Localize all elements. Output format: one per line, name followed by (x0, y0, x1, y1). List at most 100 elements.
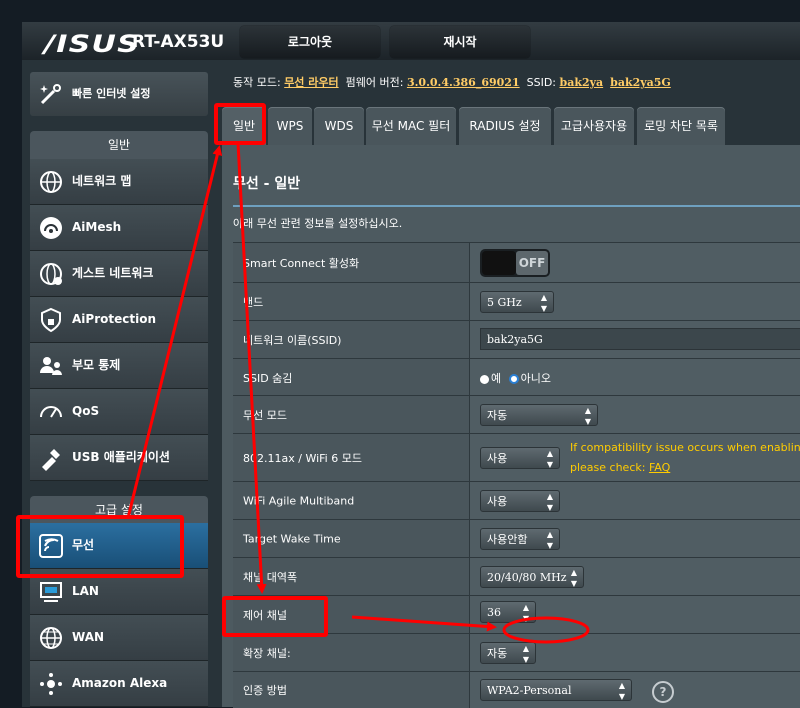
toggle-knob (482, 251, 516, 275)
lan-icon (40, 582, 62, 602)
updown-icon: ▲ ▼ (618, 681, 625, 701)
tab-5[interactable]: 고급사용자용 (554, 107, 634, 145)
select-value: 5 GHz (487, 296, 522, 309)
alexa-icon (40, 673, 62, 695)
reboot-button[interactable]: 재시작 (390, 26, 530, 58)
model-name: RT-AX53U (132, 32, 225, 52)
firmware-label: 펌웨어 버전: (345, 76, 404, 89)
mode-label: 동작 모드: (233, 76, 281, 89)
radio-no-label: 아니오 (520, 372, 551, 385)
status-bar: 동작 모드: 무선 라우터 펌웨어 버전: 3.0.0.4.386_69021 … (233, 74, 671, 90)
ssid-input[interactable]: bak2ya5G (480, 328, 800, 350)
usb-app-icon (42, 449, 60, 471)
select-value: 20/40/80 MHz (487, 571, 567, 584)
firmware-link[interactable]: 3.0.0.4.386_69021 (407, 76, 520, 89)
wifi6-select[interactable]: 사용 ▲ ▼ (480, 447, 560, 469)
sidebar-item-label: AiMesh (72, 220, 122, 234)
updown-icon: ▲ ▼ (546, 530, 553, 550)
auth-method-select[interactable]: WPA2-Personal ▲ ▼ (480, 679, 632, 701)
sidebar-item-label: QoS (72, 404, 100, 418)
wifi6-warning-2: please check: FAQ (570, 461, 670, 474)
select-value: 36 (487, 606, 501, 619)
sidebar-item-parental-control[interactable]: 부모 통제 (30, 343, 208, 389)
help-icon[interactable]: ? (652, 681, 674, 703)
shield-lock-icon (41, 307, 61, 333)
sidebar-item-wan-globe[interactable]: WAN (30, 615, 208, 661)
guest-network-icon (40, 263, 62, 285)
row-label: 확장 채널: (243, 647, 291, 660)
updown-icon: ▲ ▼ (522, 603, 529, 623)
extension-channel-select[interactable]: 자동 ▲ ▼ (480, 642, 536, 664)
row-label: WiFi Agile Multiband (243, 494, 355, 508)
row-ssid: 네트워크 이름(SSID) bak2ya5G (233, 320, 800, 359)
faq-link[interactable]: FAQ (649, 461, 670, 474)
updown-icon: ▲ ▼ (546, 449, 553, 469)
tab-4[interactable]: RADIUS 설정 (459, 107, 551, 145)
row-label: 밴드 (243, 296, 264, 309)
updown-icon: ▲ ▼ (570, 568, 577, 588)
select-value: 자동 (487, 409, 508, 422)
sidebar-item-label: USB 애플리케이션 (72, 450, 170, 464)
tab-6[interactable]: 로밍 차단 목록 (637, 107, 725, 145)
globe-network-icon (40, 171, 62, 193)
tab-3[interactable]: 무선 MAC 필터 (366, 107, 456, 145)
sidebar-item-label: WAN (72, 630, 105, 644)
row-smart-connect: Smart Connect 활성화 OFF (233, 242, 800, 283)
sidebar-item-aimesh[interactable]: AiMesh (30, 205, 208, 251)
row-label: 무선 모드 (243, 409, 287, 422)
row-bandwidth: 채널 대역폭 20/40/80 MHz ▲ ▼ (233, 557, 800, 596)
annotation-box-control-channel (222, 596, 328, 637)
sidebar-item-globe-network[interactable]: 네트워크 맵 (30, 159, 208, 205)
title-divider (233, 205, 800, 207)
parental-control-icon (40, 357, 62, 375)
warning-text: please check: (570, 461, 646, 474)
sidebar-item-alexa[interactable]: Amazon Alexa (30, 661, 208, 707)
updown-icon: ▲ ▼ (584, 406, 591, 426)
row-label: 네트워크 이름(SSID) (243, 334, 342, 347)
row-label: Target Wake Time (243, 532, 341, 546)
row-wifi6: 802.11ax / WiFi 6 모드 사용 ▲ ▼ If compatibili… (233, 433, 800, 482)
row-extension-channel: 확장 채널: 자동 ▲ ▼ (233, 633, 800, 672)
wireless-mode-select[interactable]: 자동 ▲ ▼ (480, 404, 598, 426)
radio-yes[interactable] (480, 374, 489, 384)
sidebar-item-label: Amazon Alexa (72, 676, 168, 690)
agile-select[interactable]: 사용 ▲ ▼ (480, 490, 560, 512)
tab-2[interactable]: WDS (314, 107, 364, 145)
page-title: 무선 - 일반 (233, 176, 301, 192)
select-value: 사용 (487, 495, 508, 508)
mode-link[interactable]: 무선 라우터 (284, 76, 338, 89)
sidebar-item-shield-lock[interactable]: AiProtection (30, 297, 208, 343)
wan-globe-icon (40, 627, 62, 649)
sidebar-item-usb-app[interactable]: USB 애플리케이션 (30, 435, 208, 481)
band-select[interactable]: 5 GHz ▲ ▼ (480, 291, 554, 313)
sidebar-item-guest-network[interactable]: 게스트 네트워크 (30, 251, 208, 297)
twt-select[interactable]: 사용안함 ▲ ▼ (480, 528, 560, 550)
wifi6-warning: If compatibility issue occurs when enabl… (570, 441, 800, 454)
ssid-link-2[interactable]: bak2ya5G (610, 76, 671, 89)
bandwidth-select[interactable]: 20/40/80 MHz ▲ ▼ (480, 566, 584, 588)
quick-internet-setup[interactable]: 빠른 인터넷 설정 (30, 72, 208, 116)
row-label: 인증 방법 (243, 684, 287, 697)
logout-button[interactable]: 로그아웃 (240, 26, 380, 58)
row-label: 802.11ax / WiFi 6 모드 (243, 452, 362, 465)
annotation-box-general-tab (214, 103, 266, 145)
row-label: SSID 숨김 (243, 371, 293, 385)
ssid-link-1[interactable]: bak2ya (560, 76, 604, 89)
row-twt: Target Wake Time 사용안함 ▲ ▼ (233, 519, 800, 558)
radio-no[interactable] (508, 374, 519, 384)
sidebar-item-speedometer[interactable]: QoS (30, 389, 208, 435)
row-agile-multiband: WiFi Agile Multiband 사용 ▲ ▼ (233, 481, 800, 520)
radio-yes-label: 예 (491, 372, 502, 385)
toggle-state: OFF (516, 251, 548, 275)
select-value: 사용 (487, 452, 508, 465)
sidebar-item-label: 부모 통제 (72, 358, 121, 372)
updown-icon: ▲ ▼ (546, 492, 553, 512)
annotation-box-wireless-menu (16, 515, 184, 578)
smart-connect-toggle[interactable]: OFF (480, 249, 550, 277)
control-channel-select[interactable]: 36 ▲ ▼ (480, 601, 536, 623)
sidebar-item-label: 게스트 네트워크 (72, 266, 154, 280)
updown-icon: ▲ ▼ (522, 644, 529, 664)
row-hide-ssid: SSID 숨김 예 아니오 (233, 358, 800, 396)
select-value: 자동 (487, 647, 508, 660)
tab-1[interactable]: WPS (268, 107, 312, 145)
